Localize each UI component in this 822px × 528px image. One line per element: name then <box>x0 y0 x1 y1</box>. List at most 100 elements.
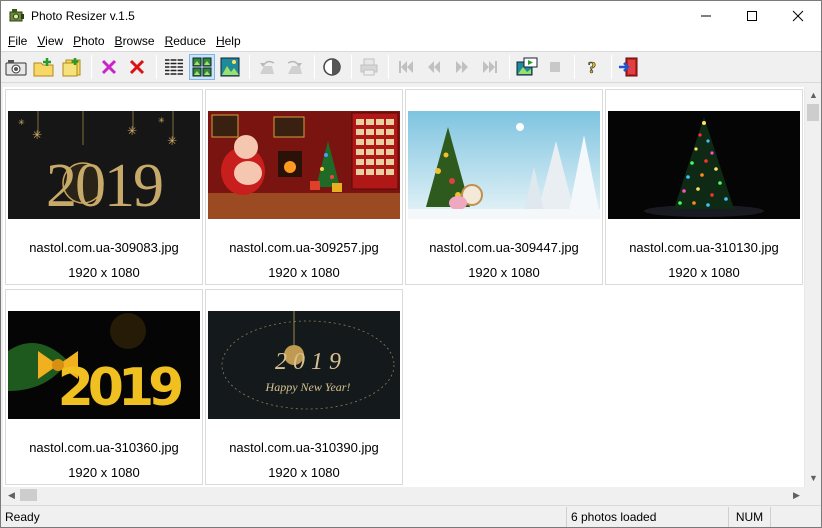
photo-filename: nastol.com.ua-309083.jpg <box>29 240 179 255</box>
horizontal-scrollbar[interactable]: ◀ ▶ <box>3 487 805 504</box>
camera-button[interactable] <box>3 54 29 80</box>
large-thumbnail-view-button[interactable] <box>217 54 243 80</box>
toolbar-separator <box>91 55 92 79</box>
remove-all-button[interactable] <box>124 54 150 80</box>
list-view-button[interactable] <box>161 54 187 80</box>
rotate-right-button[interactable] <box>282 54 308 80</box>
first-button[interactable] <box>393 54 419 80</box>
help-icon: ? <box>587 58 597 77</box>
svg-text:✳: ✳ <box>167 134 177 148</box>
thumbnail-view-icon <box>192 57 212 77</box>
last-button[interactable] <box>477 54 503 80</box>
toolbar-separator <box>574 55 575 79</box>
window-title: Photo Resizer v.1.5 <box>31 9 135 23</box>
photo-dimensions: 1920 x 1080 <box>268 465 340 480</box>
next-button[interactable] <box>449 54 475 80</box>
app-window: Photo Resizer v.1.5 File View Photo Brow… <box>0 0 822 528</box>
photo-image: 2 0 1 9 Happy New Year! <box>208 311 400 419</box>
photo-count: 6 photos loaded <box>567 506 729 527</box>
photo-dimensions: 1920 x 1080 <box>268 265 340 280</box>
remove-all-icon <box>129 59 145 75</box>
menu-help[interactable]: Help <box>211 31 246 51</box>
photo-filename: nastol.com.ua-309447.jpg <box>429 240 579 255</box>
svg-text:2019: 2019 <box>46 152 162 219</box>
menu-reduce[interactable]: Reduce <box>160 31 211 51</box>
photo-dimensions: 1920 x 1080 <box>468 265 540 280</box>
rotate-right-icon <box>287 60 302 74</box>
photo-dimensions: 1920 x 1080 <box>668 265 740 280</box>
svg-text:✳: ✳ <box>18 118 25 127</box>
status-empty-cell <box>771 507 819 527</box>
print-icon <box>360 58 378 76</box>
photo-thumbnail[interactable]: 2 0 1 9 Happy New Year! nastol.com.ua-31… <box>205 289 403 485</box>
title-bar: Photo Resizer v.1.5 <box>1 1 821 31</box>
remove-selected-button[interactable] <box>96 54 122 80</box>
rotate-left-icon <box>260 60 275 74</box>
menu-bar: File View Photo Browse Reduce Help <box>1 31 821 51</box>
open-folder-button[interactable] <box>31 54 57 80</box>
next-icon <box>456 61 468 73</box>
status-text: Ready <box>1 506 567 527</box>
minimize-button[interactable] <box>683 1 729 31</box>
numlock-indicator: NUM <box>729 506 771 527</box>
add-folder-button[interactable] <box>59 54 85 80</box>
vertical-scroll-thumb[interactable] <box>807 104 819 121</box>
large-thumbnail-view-icon <box>220 57 240 77</box>
toolbar-separator <box>611 55 612 79</box>
photo-image <box>608 111 800 219</box>
contrast-icon <box>323 58 341 76</box>
toolbar-separator <box>314 55 315 79</box>
maximize-button[interactable] <box>729 1 775 31</box>
previous-icon <box>428 61 440 73</box>
photo-thumbnail[interactable]: ✳ ✳ ✳ ✳ ✳ 2019 nastol.com.ua-309083.jpg 192… <box>5 89 203 285</box>
vertical-scrollbar[interactable]: ▲ ▼ <box>804 87 821 487</box>
photo-thumbnail[interactable]: nastol.com.ua-309257.jpg 1920 x 1080 <box>205 89 403 285</box>
remove-selected-icon <box>101 59 117 75</box>
thumbnail-view-button[interactable] <box>189 54 215 80</box>
svg-text:?: ? <box>588 58 597 77</box>
toolbar-separator <box>249 55 250 79</box>
scroll-down-icon[interactable]: ▼ <box>805 470 822 487</box>
svg-text:Happy New Year!: Happy New Year! <box>265 380 351 394</box>
thumbnail-area[interactable]: ✳ ✳ ✳ ✳ ✳ 2019 nastol.com.ua-309083.jpg 192… <box>3 87 805 487</box>
svg-text:✳: ✳ <box>127 124 137 138</box>
rotate-left-button[interactable] <box>254 54 280 80</box>
photo-filename: nastol.com.ua-310390.jpg <box>229 440 379 455</box>
photo-thumbnail[interactable]: 2019 nastol.com.ua-310360.jpg 1920 x 108… <box>5 289 203 485</box>
add-folder-icon <box>62 58 81 77</box>
previous-button[interactable] <box>421 54 447 80</box>
photo-image <box>208 111 400 219</box>
stop-button[interactable] <box>542 54 568 80</box>
print-button[interactable] <box>356 54 382 80</box>
svg-text:✳: ✳ <box>32 128 42 142</box>
horizontal-scroll-thumb[interactable] <box>20 489 37 501</box>
slideshow-button[interactable] <box>514 54 540 80</box>
scroll-up-icon[interactable]: ▲ <box>805 87 822 104</box>
menu-photo[interactable]: Photo <box>68 31 109 51</box>
close-button[interactable] <box>775 1 821 31</box>
photo-image <box>408 111 600 219</box>
menu-browse[interactable]: Browse <box>110 31 160 51</box>
exit-button[interactable] <box>616 54 642 80</box>
toolbar-separator <box>156 55 157 79</box>
photo-thumbnail[interactable]: nastol.com.ua-309447.jpg 1920 x 1080 <box>405 89 603 285</box>
app-camera-icon <box>9 8 25 24</box>
photo-image: 2019 <box>8 311 200 419</box>
contrast-button[interactable] <box>319 54 345 80</box>
slideshow-icon <box>516 57 538 76</box>
svg-text:2019: 2019 <box>58 358 182 418</box>
svg-text:✳: ✳ <box>158 116 165 125</box>
photo-filename: nastol.com.ua-309257.jpg <box>229 240 379 255</box>
menu-file[interactable]: File <box>3 31 32 51</box>
photo-thumbnail[interactable]: nastol.com.ua-310130.jpg 1920 x 1080 <box>605 89 803 285</box>
list-view-icon <box>165 59 183 75</box>
scroll-right-icon[interactable]: ▶ <box>788 487 805 504</box>
status-bar: Ready 6 photos loaded NUM <box>1 505 821 527</box>
first-icon <box>399 61 413 73</box>
photo-image: ✳ ✳ ✳ ✳ ✳ 2019 <box>8 111 200 219</box>
last-icon <box>483 61 497 73</box>
menu-view[interactable]: View <box>32 31 68 51</box>
scroll-left-icon[interactable]: ◀ <box>3 487 20 504</box>
stop-icon <box>550 62 560 72</box>
help-button[interactable]: ? <box>579 54 605 80</box>
